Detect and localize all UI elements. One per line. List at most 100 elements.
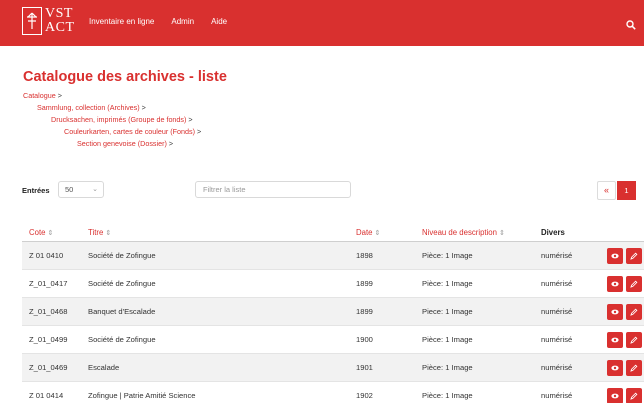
sort-icon: ⇕ (105, 230, 112, 237)
edit-button[interactable] (626, 388, 642, 403)
edit-button[interactable] (626, 248, 642, 264)
sort-icon: ⇕ (498, 230, 505, 237)
view-button[interactable] (607, 276, 623, 292)
view-button[interactable] (607, 304, 623, 320)
cell-cote: Z_01_0469 (29, 363, 68, 372)
cell-date: 1902 (356, 391, 373, 400)
breadcrumb-item: Section genevoise (Dossier) > (77, 139, 173, 148)
view-button[interactable] (607, 248, 623, 264)
column-header-cote-label: Cote (29, 228, 46, 237)
cell-cote: Z_01_0468 (29, 307, 68, 316)
breadcrumb-separator: > (168, 139, 174, 148)
page-title: Catalogue des archives - liste (23, 69, 227, 85)
cell-niveau: Pièce: 1 Image (422, 251, 473, 260)
eye-icon (611, 337, 619, 343)
edit-button[interactable] (626, 304, 642, 320)
logo-line-1: VST (45, 6, 73, 21)
cell-niveau: Pièce: 1 Image (422, 363, 473, 372)
pencil-icon (630, 280, 638, 288)
nav-link-aide[interactable]: Aide (211, 17, 227, 26)
view-button[interactable] (607, 332, 623, 348)
table-row: Z_01_0417 Société de Zofingue 1899 Pièce… (22, 270, 644, 298)
sort-icon: ⇕ (374, 230, 381, 237)
column-header-titre-label: Titre (88, 228, 104, 237)
cell-date: 1900 (356, 335, 373, 344)
breadcrumb-item: Sammlung, collection (Archives) > (37, 103, 146, 112)
eye-icon (611, 365, 619, 371)
column-header-date[interactable]: Date ⇕ (356, 228, 380, 237)
breadcrumb-separator: > (188, 115, 193, 124)
cell-niveau: Pièce: 1 Image (422, 279, 473, 288)
column-header-niveau[interactable]: Niveau de description ⇕ (422, 228, 505, 237)
column-header-titre[interactable]: Titre ⇕ (88, 228, 111, 237)
cell-divers: numérisé (541, 251, 573, 260)
eye-icon (611, 281, 619, 287)
eye-icon (611, 253, 619, 259)
logo-wordmark: VST ACT (45, 7, 75, 35)
entries-select-value: 50 (65, 185, 74, 194)
cell-niveau: Pièce: 1 Image (422, 391, 473, 400)
cell-divers: numérisé (541, 307, 573, 316)
breadcrumb-item: Couleurkarten, cartes de couleur (Fonds)… (64, 127, 201, 136)
cell-date: 1899 (356, 279, 373, 288)
nav-link-inventaire[interactable]: Inventaire en ligne (89, 17, 154, 26)
cell-divers: numérisé (541, 335, 573, 344)
breadcrumb-link-couleurkarten[interactable]: Couleurkarten, cartes de couleur (Fonds) (64, 127, 195, 136)
nav-link-admin[interactable]: Admin (171, 17, 194, 26)
logo-emblem-icon (22, 7, 42, 35)
cell-niveau: Pièce: 1 Image (422, 335, 473, 344)
site-logo[interactable]: VST ACT (22, 7, 75, 35)
column-header-cote[interactable]: Cote ⇕ (29, 228, 53, 237)
breadcrumb-separator: > (141, 103, 146, 112)
cell-titre: Société de Zofingue (88, 251, 156, 260)
cell-date: 1898 (356, 251, 373, 260)
cell-titre: Banquet d'Escalade (88, 307, 156, 316)
breadcrumb-separator: > (197, 127, 202, 136)
chevron-down-icon: ⌄ (92, 186, 98, 193)
cell-cote: Z_01_0417 (29, 279, 68, 288)
breadcrumb-link-sammlung[interactable]: Sammlung, collection (Archives) (37, 103, 140, 112)
sort-icon: ⇕ (47, 230, 54, 237)
pencil-icon (630, 252, 638, 260)
table-row: Z 01 0410 Société de Zofingue 1898 Pièce… (22, 242, 644, 270)
pagination-prev-button[interactable]: « (597, 181, 616, 200)
logo-line-2: ACT (45, 20, 75, 35)
breadcrumb-item: Catalogue > (23, 91, 62, 100)
column-header-divers: Divers (541, 228, 565, 237)
edit-button[interactable] (626, 332, 642, 348)
cell-niveau: Piece: 1 Image (422, 307, 473, 316)
search-icon[interactable] (626, 17, 636, 35)
breadcrumb-link-catalogue[interactable]: Catalogue (23, 91, 56, 100)
cell-divers: numérisé (541, 391, 573, 400)
column-header-date-label: Date (356, 228, 373, 237)
view-button[interactable] (607, 388, 623, 403)
edit-button[interactable] (626, 276, 642, 292)
edit-button[interactable] (626, 360, 642, 376)
column-header-niveau-label: Niveau de description (422, 228, 497, 237)
table-row: Z_01_0468 Banquet d'Escalade 1899 Piece:… (22, 298, 644, 326)
entries-select[interactable]: 50 ⌄ (58, 181, 104, 198)
cell-divers: numérisé (541, 363, 573, 372)
cell-titre: Société de Zofingue (88, 335, 156, 344)
breadcrumb-link-section-genevoise[interactable]: Section genevoise (Dossier) (77, 139, 167, 148)
breadcrumb-separator: > (57, 91, 62, 100)
filter-input[interactable]: Filtrer la liste (195, 181, 351, 198)
pencil-icon (630, 308, 638, 316)
pencil-icon (630, 336, 638, 344)
nav-menu: Inventaire en ligne Admin Aide (89, 17, 227, 26)
eye-icon (611, 309, 619, 315)
cell-divers: numérisé (541, 279, 573, 288)
top-navbar: VST ACT Inventaire en ligne Admin Aide (0, 0, 644, 46)
cell-date: 1899 (356, 307, 373, 316)
cell-cote: Z 01 0414 (29, 391, 64, 400)
pencil-icon (630, 392, 638, 400)
cell-date: 1901 (356, 363, 373, 372)
pagination-page-1[interactable]: 1 (617, 181, 636, 200)
table-row: Z_01_0499 Société de Zofingue 1900 Pièce… (22, 326, 644, 354)
breadcrumb-link-drucksachen[interactable]: Drucksachen, imprimés (Groupe de fonds) (51, 115, 186, 124)
pencil-icon (630, 364, 638, 372)
cell-titre: Société de Zofingue (88, 279, 156, 288)
view-button[interactable] (607, 360, 623, 376)
breadcrumb-item: Drucksachen, imprimés (Groupe de fonds) … (51, 115, 193, 124)
cell-cote: Z_01_0499 (29, 335, 68, 344)
